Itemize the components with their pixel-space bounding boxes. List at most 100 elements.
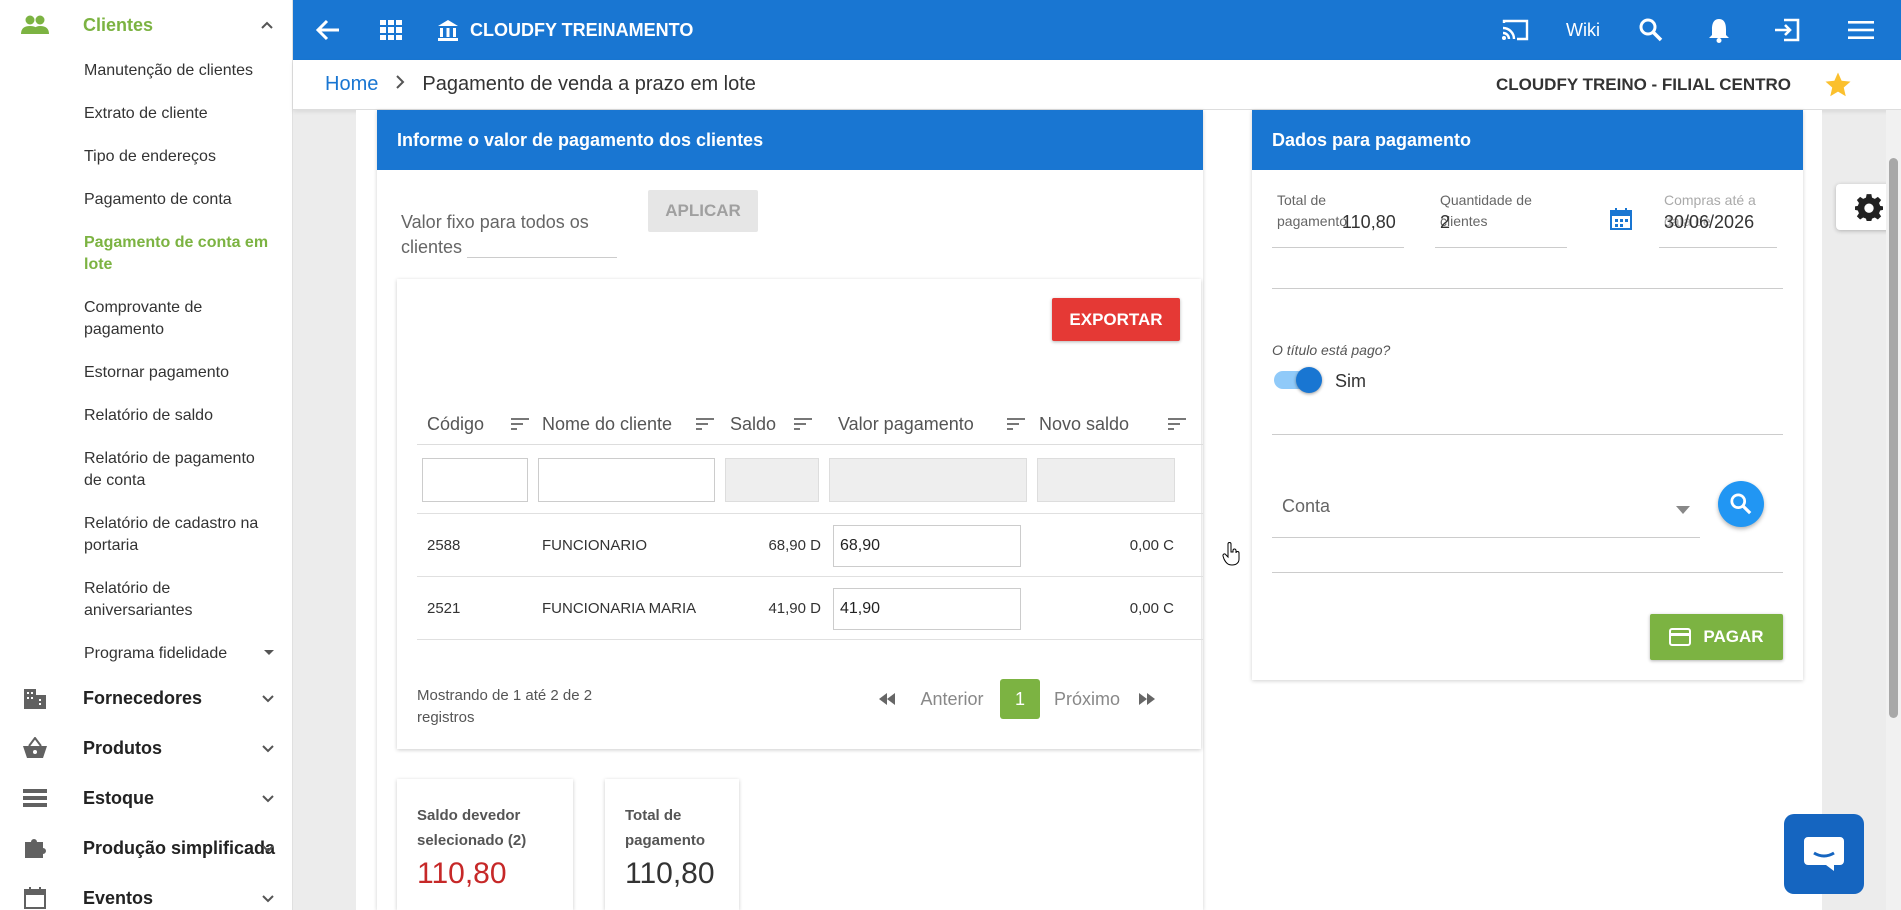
payment-value-input[interactable]: 68,90 bbox=[833, 525, 1021, 567]
credit-card-icon bbox=[1669, 628, 1692, 646]
chat-bubble-icon bbox=[1804, 837, 1844, 871]
cell-nome: FUNCIONARIO bbox=[542, 537, 647, 554]
calendar-icon bbox=[20, 885, 50, 910]
export-button[interactable]: EXPORTAR bbox=[1052, 298, 1180, 341]
client-quantity-value: 2 bbox=[1440, 212, 1451, 232]
filter-row bbox=[417, 444, 1203, 514]
sidebar-group-label: Eventos bbox=[83, 887, 154, 908]
sort-icon[interactable] bbox=[696, 417, 714, 431]
table-body: 2588 FUNCIONARIO 68,90 D 68,90 0,00 C 25… bbox=[417, 514, 1203, 640]
column-header-valor-pagamento[interactable]: Valor pagamento bbox=[838, 404, 1033, 444]
sort-icon[interactable] bbox=[511, 417, 529, 431]
sidebar-item-pagamento-lote[interactable]: Pagamento de conta em lote bbox=[0, 224, 292, 289]
sidebar-item-estornar[interactable]: Estornar pagamento bbox=[0, 354, 292, 397]
fixed-value-field[interactable]: Valor fixo para todos os clientes bbox=[401, 210, 617, 260]
sidebar-item-relatorio-aniversariantes[interactable]: Relatório de aniversariantes bbox=[0, 570, 292, 635]
payment-value-input[interactable]: 41,90 bbox=[833, 588, 1021, 630]
column-header-saldo[interactable]: Saldo bbox=[730, 404, 820, 444]
chevron-right-icon bbox=[394, 73, 406, 96]
back-arrow-icon[interactable] bbox=[293, 0, 363, 60]
section-divider bbox=[1272, 434, 1783, 435]
account-select[interactable]: Conta bbox=[1272, 480, 1700, 538]
table-row[interactable]: 2588 FUNCIONARIO 68,90 D 68,90 0,00 C bbox=[417, 514, 1203, 577]
sidebar-item-extrato[interactable]: Extrato de cliente bbox=[0, 95, 292, 138]
first-page-icon[interactable] bbox=[872, 679, 902, 719]
sidebar-group-fornecedores[interactable]: Fornecedores bbox=[0, 673, 292, 723]
breadcrumb: Home Pagamento de venda a prazo em lote … bbox=[293, 60, 1901, 110]
page-button-1[interactable]: 1 bbox=[1000, 679, 1040, 719]
page-scrollbar[interactable] bbox=[1886, 110, 1901, 910]
account-search-button[interactable] bbox=[1718, 481, 1764, 527]
sidebar-group-estoque[interactable]: Estoque bbox=[0, 773, 292, 823]
sidebar-group-eventos[interactable]: Eventos bbox=[0, 873, 292, 910]
caret-down-icon bbox=[264, 650, 274, 655]
sidebar-item-pagamento-conta[interactable]: Pagamento de conta bbox=[0, 181, 292, 224]
breadcrumb-current: Pagamento de venda a prazo em lote bbox=[422, 73, 756, 95]
sidebar-item-tipo-enderecos[interactable]: Tipo de endereços bbox=[0, 138, 292, 181]
top-bar-actions: Wiki bbox=[1481, 0, 1901, 60]
filter-nome-input[interactable] bbox=[538, 458, 715, 502]
bell-icon[interactable] bbox=[1685, 0, 1753, 60]
breadcrumb-home-link[interactable]: Home bbox=[325, 73, 378, 96]
column-header-nome[interactable]: Nome do cliente bbox=[542, 404, 722, 444]
paid-question-label: O título está pago? bbox=[1272, 342, 1391, 358]
next-page-button[interactable]: Próximo bbox=[1047, 679, 1127, 719]
sidebar-group-clientes[interactable]: Clientes bbox=[0, 0, 292, 50]
fixed-value-label: Valor fixo para todos os clientes bbox=[401, 212, 589, 257]
sidebar-group-label: Fornecedores bbox=[83, 687, 203, 708]
chevron-down-icon bbox=[262, 745, 274, 753]
apps-grid-icon[interactable] bbox=[363, 0, 418, 60]
sidebar-item-programa-fidelidade[interactable]: Programa fidelidade bbox=[0, 635, 292, 678]
column-label: Código bbox=[427, 413, 485, 434]
building-icon bbox=[20, 685, 50, 711]
total-payment-field: Total de pagamento 110,80 bbox=[1272, 180, 1404, 248]
favorite-star-icon[interactable] bbox=[1823, 70, 1853, 105]
menu-icon[interactable] bbox=[1821, 0, 1901, 60]
column-header-novo-saldo[interactable]: Novo saldo bbox=[1039, 404, 1194, 444]
column-header-codigo[interactable]: Código bbox=[427, 404, 537, 444]
paid-toggle[interactable]: Sim bbox=[1272, 365, 1372, 395]
logout-icon[interactable] bbox=[1753, 0, 1821, 60]
fixed-value-underline bbox=[467, 257, 617, 258]
previous-page-button[interactable]: Anterior bbox=[912, 679, 992, 719]
sort-icon[interactable] bbox=[1168, 417, 1186, 431]
filter-codigo-input[interactable] bbox=[422, 458, 528, 502]
chat-button[interactable] bbox=[1784, 814, 1864, 894]
sidebar-item-relatorio-pagamento[interactable]: Relatório de pagamento de conta bbox=[0, 440, 292, 505]
stat-label: Saldo devedor selecionado (2) bbox=[417, 807, 527, 849]
apply-button[interactable]: APLICAR bbox=[648, 190, 758, 232]
storage-icon bbox=[20, 785, 50, 811]
field-underline bbox=[1659, 247, 1777, 248]
payment-data-panel: Dados para pagamento Total de pagamento … bbox=[1252, 110, 1803, 680]
pagination-info: Mostrando de 1 até 2 de 2 registros bbox=[417, 687, 593, 726]
purchase-date-field[interactable]: Compras até a data de 30/06/2026 bbox=[1659, 180, 1777, 248]
field-underline bbox=[1272, 247, 1404, 248]
sidebar-item-comprovante[interactable]: Comprovante de pagamento bbox=[0, 289, 292, 354]
total-payment-card: Total de pagamento 110,80 bbox=[605, 779, 739, 910]
sidebar-item-relatorio-portaria[interactable]: Relatório de cadastro na portaria bbox=[0, 505, 292, 570]
sidebar-group-produtos[interactable]: Produtos bbox=[0, 723, 292, 773]
table-row[interactable]: 2521 FUNCIONARIA MARIA 41,90 D 41,90 0,0… bbox=[417, 577, 1203, 640]
client-quantity-label: Quantidade de clientes bbox=[1440, 192, 1532, 229]
sort-icon[interactable] bbox=[794, 417, 812, 431]
column-label: Valor pagamento bbox=[838, 413, 974, 434]
sidebar-item-manutencao[interactable]: Manutenção de clientes bbox=[0, 52, 292, 95]
clients-table-card: EXPORTAR Código Nome do cliente Saldo Va… bbox=[397, 279, 1203, 749]
purchase-date-value: 30/06/2026 bbox=[1664, 212, 1755, 232]
sidebar-item-relatorio-saldo[interactable]: Relatório de saldo bbox=[0, 397, 292, 440]
cast-icon[interactable] bbox=[1481, 0, 1549, 60]
main-content: Informe o valor de pagamento dos cliente… bbox=[356, 110, 1822, 910]
basket-icon bbox=[20, 735, 50, 761]
cell-novo-saldo: 0,00 C bbox=[1129, 537, 1174, 554]
cell-novo-saldo: 0,00 C bbox=[1129, 600, 1174, 617]
section-divider bbox=[1272, 288, 1783, 289]
search-icon[interactable] bbox=[1617, 0, 1685, 60]
pay-button[interactable]: PAGAR bbox=[1650, 614, 1783, 660]
calendar-icon[interactable] bbox=[1610, 208, 1632, 235]
wiki-link[interactable]: Wiki bbox=[1549, 0, 1617, 60]
bank-icon bbox=[428, 0, 468, 60]
sort-icon[interactable] bbox=[1007, 417, 1025, 431]
scrollbar-thumb[interactable] bbox=[1889, 158, 1898, 718]
last-page-icon[interactable] bbox=[1132, 679, 1162, 719]
sidebar-group-producao[interactable]: Produção simplificada bbox=[0, 823, 292, 873]
